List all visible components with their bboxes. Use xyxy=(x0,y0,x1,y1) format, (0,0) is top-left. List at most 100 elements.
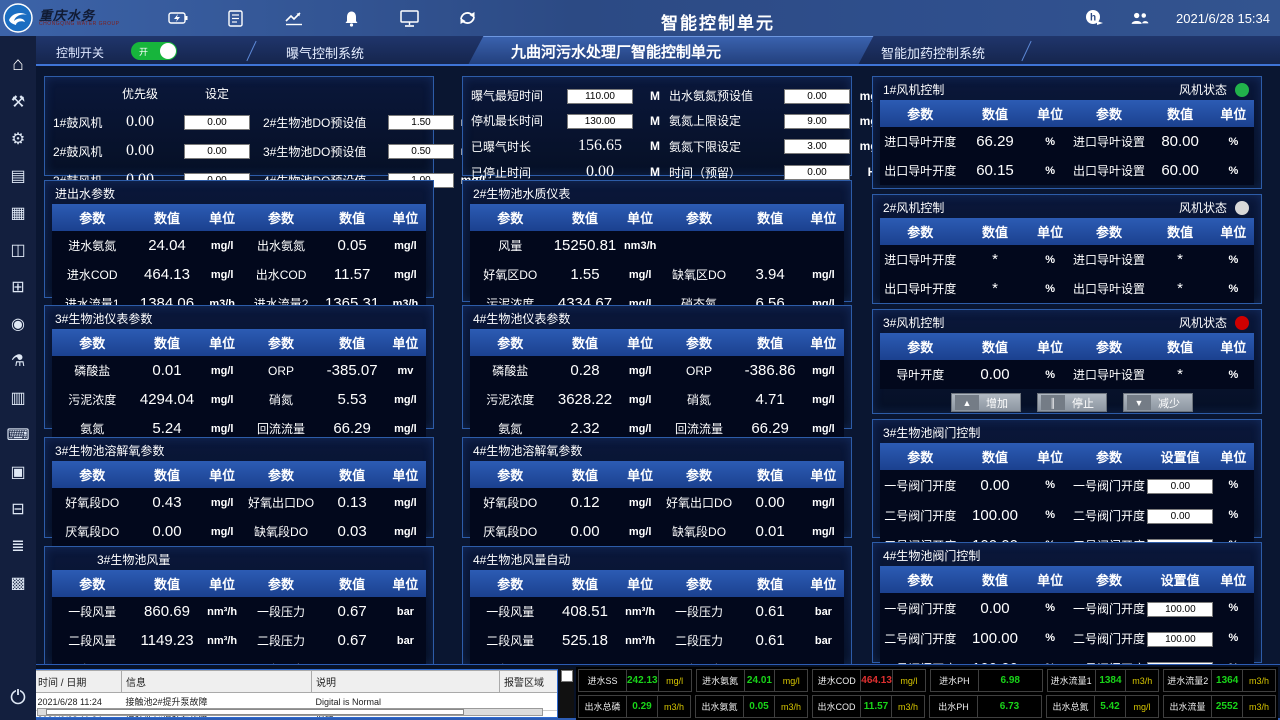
aeration-min-time-input[interactable] xyxy=(567,89,633,104)
column-header: 参数 xyxy=(470,329,550,356)
filter-unit-icon[interactable]: ⊞ xyxy=(0,268,36,305)
blower-station-icon[interactable]: ⚒ xyxy=(0,83,36,120)
do-preset-input[interactable] xyxy=(388,144,454,159)
button-label: 减少 xyxy=(1158,395,1180,411)
column-header: 参数 xyxy=(1071,333,1148,360)
help-icon[interactable]: h xyxy=(1084,8,1104,28)
nh3-upper-limit-input[interactable] xyxy=(784,114,850,129)
column-header: 数值 xyxy=(550,570,619,597)
table-cell: 0.67 xyxy=(319,597,384,626)
panel-title: 进出水参数 xyxy=(45,181,433,204)
blower-set-input[interactable] xyxy=(184,144,250,159)
table-cell: 二号阀门开度 xyxy=(880,500,960,530)
building-icon[interactable]: ▩ xyxy=(0,564,36,601)
lift-pump-icon[interactable]: ⚙ xyxy=(0,120,36,157)
table-cell: 0.05 xyxy=(319,231,384,260)
set-value-input[interactable] xyxy=(1147,509,1213,524)
status-value: 6.98 xyxy=(979,670,1042,691)
table-cell: mg/l xyxy=(202,260,243,289)
dosing-unit-icon[interactable]: ⚗ xyxy=(0,342,36,379)
table-cell: mg/l xyxy=(620,385,661,414)
home-icon[interactable]: ⌂ xyxy=(0,46,36,83)
table-cell: % xyxy=(1030,623,1071,653)
control-toggle[interactable]: 开 xyxy=(131,42,177,60)
table-cell: mg/l xyxy=(803,517,844,546)
reserved-time-input[interactable] xyxy=(784,165,850,180)
users-icon[interactable] xyxy=(1130,8,1150,28)
status-cell: 进水流量21364m3/h xyxy=(1163,669,1276,692)
fan2-control-panel: 2#风机控制 风机状态 参数数值单位参数数值单位 进口导叶开度*%进口导叶设置*… xyxy=(872,194,1262,304)
sync-icon[interactable] xyxy=(458,8,478,28)
table-cell: 进口导叶设置 xyxy=(1071,127,1148,156)
report-list-icon[interactable]: ≣ xyxy=(0,527,36,564)
table-cell: 0.00 xyxy=(960,360,1029,389)
status-label: 进水流量2 xyxy=(1164,670,1212,691)
do-preset-input[interactable] xyxy=(388,115,454,130)
fan3-control-panel: 3#风机控制 风机状态 参数数值单位参数数值单位 导叶开度0.00%进口导叶设置… xyxy=(872,309,1262,414)
table-cell: 好氧区DO xyxy=(470,260,550,289)
set-value-input[interactable] xyxy=(1147,602,1213,617)
flow-meter-icon[interactable]: ◉ xyxy=(0,305,36,342)
increase-button[interactable]: ▲增加 xyxy=(951,393,1021,412)
status-cell: 进水PH6.98 xyxy=(930,669,1043,692)
monitor-screen-icon[interactable]: ▣ xyxy=(0,453,36,490)
factory-icon[interactable]: ◫ xyxy=(0,231,36,268)
table-cell: 风量 xyxy=(470,231,550,260)
tab-dosing-control[interactable]: 智能加药控制系统 xyxy=(881,43,985,62)
table-row: 污泥浓度3628.22mg/l硝氮4.71mg/l xyxy=(470,385,844,414)
set-value-input[interactable] xyxy=(1147,479,1213,494)
table-cell: mg/l xyxy=(803,356,844,385)
setting-label: 已停止时间 xyxy=(471,164,559,181)
trend-icon[interactable] xyxy=(284,8,304,28)
column-header: 数值 xyxy=(1147,100,1212,127)
effluent-nh3-preset-input[interactable] xyxy=(784,89,850,104)
table-header-row: 参数数值单位参数数值单位 xyxy=(880,333,1254,360)
column-header: 说明 xyxy=(312,671,500,693)
table-cell: mg/l xyxy=(385,517,426,546)
table-cell: 出水COD xyxy=(243,260,320,289)
column-header: 单位 xyxy=(620,329,661,356)
table-cell: 0.67 xyxy=(319,626,384,655)
table-cell: nm³/h xyxy=(202,626,243,655)
table-cell: 出口导叶开度 xyxy=(880,156,960,185)
table-cell: 60.00 xyxy=(1147,156,1212,185)
table-cell: 一号阀门开度 xyxy=(880,593,960,623)
blower-set-input[interactable] xyxy=(184,115,250,130)
bell-icon[interactable] xyxy=(342,8,362,28)
log-horizontal-scrollbar[interactable] xyxy=(37,708,543,716)
column-header: 数值 xyxy=(550,461,619,488)
document-icon[interactable] xyxy=(226,8,246,28)
biological-pool-icon[interactable]: ▥ xyxy=(0,379,36,416)
panel-title: 3#生物池仪表参数 xyxy=(45,306,433,329)
stop-button[interactable]: ║停止 xyxy=(1037,393,1107,412)
aeration-grid-icon[interactable]: ▦ xyxy=(0,194,36,231)
table-cell: 0.28 xyxy=(550,356,619,385)
table-cell: * xyxy=(1147,360,1212,389)
scroll-up-button[interactable] xyxy=(561,670,573,682)
column-header: 参数 xyxy=(880,333,960,360)
decrease-button[interactable]: ▼减少 xyxy=(1123,393,1193,412)
power-icon[interactable] xyxy=(9,687,27,710)
status-value: 0.29 xyxy=(627,696,658,717)
set-value-input[interactable] xyxy=(1147,632,1213,647)
sludge-tank-icon[interactable]: ▤ xyxy=(0,157,36,194)
unit-label: M xyxy=(641,139,669,153)
vehicle-icon[interactable]: ⊟ xyxy=(0,490,36,527)
status-unit: mg/l xyxy=(1126,696,1158,717)
monitor-icon[interactable] xyxy=(400,8,420,28)
tab-aeration-control[interactable]: 曝气控制系统 xyxy=(286,43,364,62)
tab-plant-control-unit[interactable]: 九曲河污水处理厂智能控制单元 xyxy=(511,41,721,62)
max-stop-time-input[interactable] xyxy=(567,114,633,129)
scrollbar-thumb[interactable] xyxy=(46,709,464,715)
table-row: 磷酸盐0.28mg/lORP-386.86mg/l xyxy=(470,356,844,385)
status-value: 5.42 xyxy=(1095,696,1126,717)
status-cell: 进水COD464.13mg/l xyxy=(812,669,926,692)
calculator-icon[interactable]: ⌨ xyxy=(0,416,36,453)
setting-label: 时间（预留） xyxy=(669,164,779,181)
column-header: 数值 xyxy=(132,461,201,488)
battery-icon[interactable] xyxy=(168,8,188,28)
table-cell: mg/l xyxy=(202,517,243,546)
column-header: 数值 xyxy=(1147,218,1212,245)
nh3-lower-limit-input[interactable] xyxy=(784,139,850,154)
table-cell: 好氧段DO xyxy=(470,488,550,517)
